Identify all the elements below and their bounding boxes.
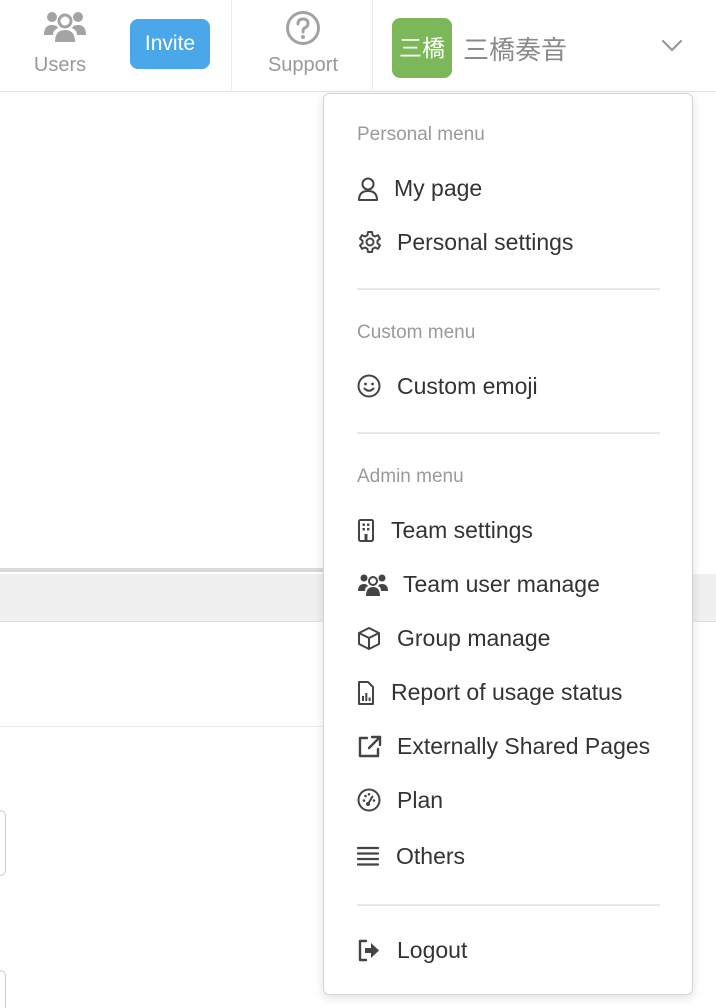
users-icon (42, 8, 88, 44)
menu-item-others[interactable]: Others (357, 837, 677, 877)
cube-icon (357, 626, 383, 652)
menu-item-label: Team user manage (403, 571, 600, 597)
building-icon (357, 518, 383, 544)
background-panel (0, 92, 330, 572)
menu-item-label: My page (394, 175, 483, 201)
background-card (0, 810, 6, 876)
menu-item-my-page[interactable]: My page (357, 169, 677, 209)
users-icon (357, 572, 389, 598)
users-label: Users (33, 54, 87, 76)
user-name[interactable]: 三橋奏音 (463, 30, 567, 67)
admin-menu-label: Admin menu (357, 466, 464, 487)
menu-divider (357, 288, 660, 290)
menu-item-group-manage[interactable]: Group manage (357, 619, 677, 659)
menu-item-externally-shared-pages[interactable]: Externally Shared Pages (357, 727, 677, 767)
gear-icon (357, 230, 383, 256)
menu-item-label: Others (396, 843, 466, 869)
menu-item-label: Personal settings (397, 229, 574, 255)
menu-item-plan[interactable]: Plan (357, 781, 677, 821)
gauge-icon (357, 788, 383, 814)
menu-item-label: Group manage (397, 625, 551, 651)
support-label: Support (267, 54, 339, 76)
background-divider (0, 726, 330, 727)
menu-item-label: Plan (397, 787, 444, 813)
header-divider (231, 0, 232, 92)
invite-button[interactable]: Invite (130, 19, 210, 69)
custom-menu-label: Custom menu (357, 322, 476, 343)
menu-item-logout[interactable]: Logout (357, 931, 677, 971)
logout-icon (357, 938, 383, 964)
report-icon (357, 680, 383, 706)
menu-item-team-user-manage[interactable]: Team user manage (357, 565, 677, 605)
menu-item-custom-emoji[interactable]: Custom emoji (357, 367, 677, 407)
header-divider (372, 0, 373, 92)
menu-item-personal-settings[interactable]: Personal settings (357, 223, 677, 263)
menu-item-label: Custom emoji (397, 373, 538, 399)
external-link-icon (357, 734, 383, 760)
nav-support[interactable]: Support (258, 0, 348, 92)
menu-divider (357, 432, 660, 434)
menu-item-label: Team settings (391, 517, 533, 543)
menu-item-team-settings[interactable]: Team settings (357, 511, 677, 551)
user-dropdown-menu: Personal menu My page Personal settings … (323, 93, 693, 995)
background-card (0, 970, 6, 1008)
help-circle-icon (285, 10, 321, 46)
list-icon (357, 844, 383, 870)
menu-divider (357, 904, 660, 906)
chevron-down-icon[interactable] (660, 36, 684, 56)
smiley-icon (357, 374, 383, 400)
nav-users[interactable]: Users (28, 0, 92, 92)
user-icon (357, 176, 383, 202)
avatar[interactable]: 三橋 (392, 18, 452, 78)
menu-item-report-of-usage-status[interactable]: Report of usage status (357, 673, 677, 713)
menu-item-label: Report of usage status (391, 679, 623, 705)
top-header: Users Invite Support 三橋 三橋奏音 (0, 0, 716, 92)
menu-item-label: Logout (397, 937, 468, 963)
menu-item-label: Externally Shared Pages (397, 733, 651, 759)
personal-menu-label: Personal menu (357, 124, 485, 145)
